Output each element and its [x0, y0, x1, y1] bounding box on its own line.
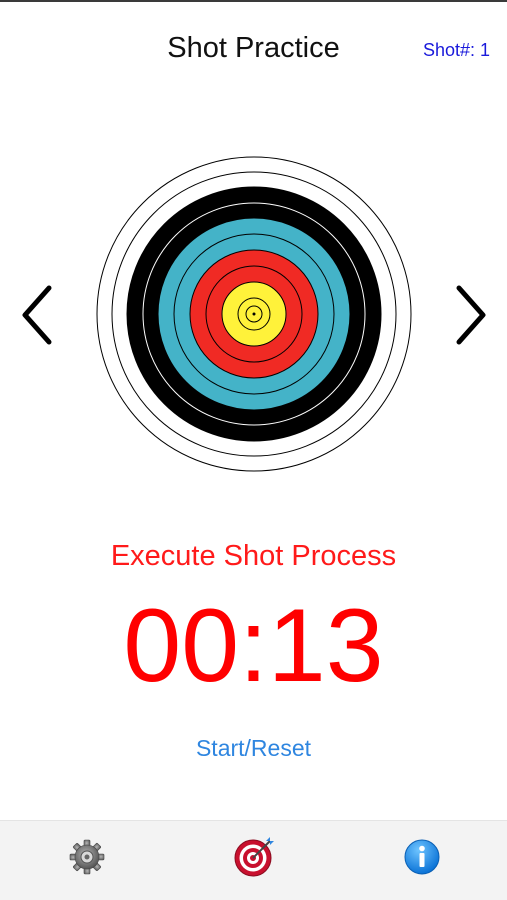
countdown-timer: 00:13: [123, 588, 384, 704]
target-icon[interactable]: [232, 835, 276, 879]
shot-counter: Shot#: 1: [422, 40, 490, 60]
chevron-right-icon[interactable]: [454, 284, 488, 346]
archery-target[interactable]: [96, 156, 412, 472]
gear-icon[interactable]: [65, 835, 109, 879]
start-reset-button[interactable]: Start/Reset: [0, 735, 507, 762]
info-icon[interactable]: [400, 835, 444, 879]
chevron-left-icon[interactable]: [20, 284, 54, 346]
status-bar-divider: [0, 0, 507, 2]
target-center-dot: [252, 312, 256, 316]
app-screen: Shot Practice Shot#: 1 Execute Shot Proc…: [0, 0, 507, 900]
tab-bar: [0, 820, 507, 900]
shot-status-text: Execute Shot Process: [110, 540, 397, 572]
